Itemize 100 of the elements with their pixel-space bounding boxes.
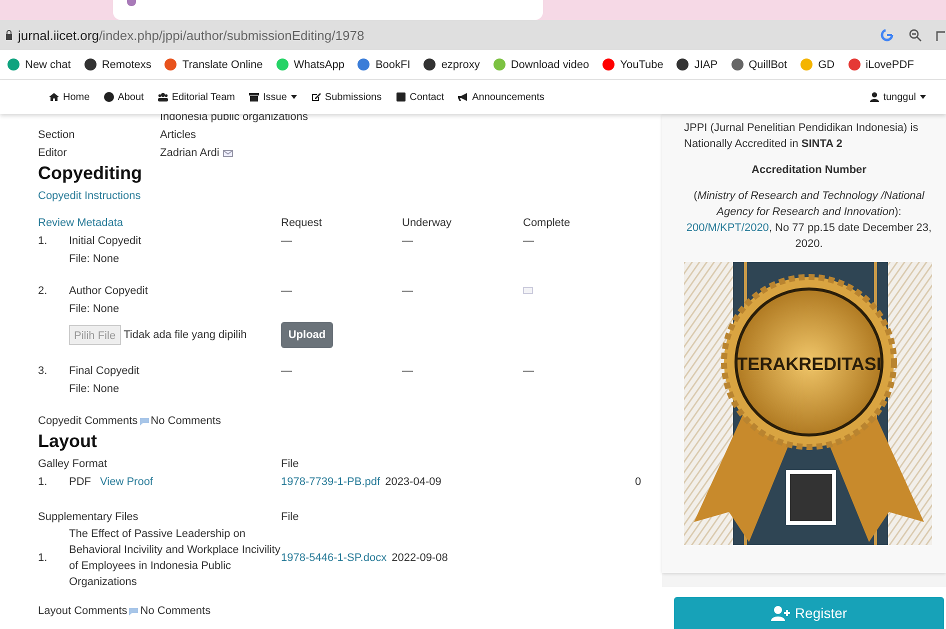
column-header: Galley Format bbox=[38, 457, 108, 472]
comment-icon[interactable] bbox=[128, 606, 140, 616]
field-value: Zadrian Ardi bbox=[160, 146, 220, 161]
envelope-icon[interactable] bbox=[223, 150, 234, 156]
comments-link[interactable]: No Comments bbox=[150, 412, 221, 430]
bookmark[interactable]: iLovePDF bbox=[848, 58, 914, 71]
column-header: File bbox=[281, 457, 299, 472]
field-label: Editor bbox=[38, 146, 68, 161]
file-link[interactable]: 1978-7739-1-PB.pdf bbox=[281, 473, 380, 491]
favicon-icon bbox=[492, 58, 506, 71]
field-label: Section bbox=[38, 128, 76, 143]
user-menu[interactable]: tunggul bbox=[870, 92, 926, 102]
nav-link[interactable]: Announcements bbox=[458, 92, 544, 102]
address-bar-url[interactable]: jurnal.iicet.org/index.php/jppi/author/submissionEditing/1978 bbox=[18, 28, 364, 42]
bookmark[interactable]: GD bbox=[800, 58, 835, 71]
comment-icon[interactable] bbox=[138, 416, 150, 426]
request-value: — bbox=[281, 364, 293, 379]
step-title: Final Copyedit bbox=[69, 364, 140, 379]
caret-icon bbox=[920, 95, 926, 99]
caret-icon bbox=[290, 95, 297, 99]
users-icon bbox=[158, 92, 168, 102]
decree-text: (Ministry of Research and Technology /National Agency for Research and Innovation): 200/M/KPT/2020, No 77 pp.15 date December 23, 2020. bbox=[685, 189, 933, 252]
step-title: Author Copyedit bbox=[69, 284, 149, 299]
nav-link[interactable]: Editorial Team bbox=[158, 92, 236, 102]
favicon-icon bbox=[730, 58, 744, 71]
file-link[interactable]: 1978-5446-1-SP.docx bbox=[281, 549, 387, 567]
nav-link[interactable]: Contact bbox=[396, 92, 444, 102]
favicon-icon bbox=[276, 58, 289, 71]
step-title: Initial Copyedit bbox=[69, 234, 142, 249]
google-icon[interactable] bbox=[880, 28, 894, 42]
accreditation-heading: Accreditation Number bbox=[750, 163, 868, 178]
favicon-icon bbox=[164, 58, 178, 71]
bookmark[interactable]: New chat bbox=[7, 58, 71, 71]
nav-link[interactable]: Issue bbox=[249, 92, 297, 102]
column-header: Supplementary Files bbox=[38, 510, 140, 525]
bookmark[interactable]: Download video bbox=[492, 58, 590, 71]
favicon-icon bbox=[127, 0, 136, 6]
review-metadata-link[interactable]: Review Metadata bbox=[38, 214, 281, 232]
box-icon bbox=[249, 92, 260, 102]
pencil-icon bbox=[310, 92, 321, 102]
row-number: 1. bbox=[38, 551, 48, 566]
bookmark[interactable]: QuillBot bbox=[730, 58, 788, 71]
underway-value: — bbox=[402, 364, 414, 379]
galley-format: PDF bbox=[69, 475, 91, 490]
favicon-icon bbox=[423, 58, 436, 71]
add-user-icon bbox=[770, 606, 791, 620]
column-header: File bbox=[281, 510, 299, 525]
step-number: 3. bbox=[38, 364, 48, 379]
step-number: 2. bbox=[38, 284, 48, 299]
comments-link[interactable]: No Comments bbox=[140, 602, 211, 620]
underway-value: — bbox=[402, 284, 414, 299]
view-count: 0 bbox=[635, 475, 642, 490]
no-file-text: Tidak ada file yang dipilih bbox=[124, 328, 247, 343]
favicon-icon bbox=[84, 58, 97, 71]
bookmark[interactable]: ezproxy bbox=[423, 58, 480, 71]
complete-value: — bbox=[523, 365, 534, 377]
request-value: — bbox=[281, 234, 293, 249]
section-heading: Layout bbox=[38, 430, 98, 452]
nav-link[interactable]: About bbox=[104, 92, 144, 102]
row-number: 1. bbox=[38, 475, 48, 490]
envelope-icon[interactable] bbox=[523, 287, 533, 294]
column-header: Request bbox=[281, 216, 323, 231]
zoom-icon[interactable] bbox=[908, 28, 922, 42]
upload-button[interactable]: Upload bbox=[281, 322, 333, 348]
bookmark[interactable]: JIAP bbox=[676, 58, 718, 71]
request-value: — bbox=[281, 284, 293, 299]
comments-label: Layout Comments bbox=[38, 604, 128, 619]
column-header: Complete bbox=[523, 216, 572, 231]
favicon-icon bbox=[7, 58, 20, 71]
lock-icon bbox=[6, 30, 12, 40]
section-heading: Copyediting bbox=[38, 162, 143, 184]
nav-link[interactable]: Home bbox=[49, 92, 90, 102]
file-date: 2023-04-09 bbox=[385, 475, 442, 490]
comments-label: Copyedit Comments bbox=[38, 414, 138, 429]
complete-value: — bbox=[523, 235, 534, 247]
bookmark[interactable]: WhatsApp bbox=[276, 58, 344, 71]
column-header: Underway bbox=[402, 216, 453, 231]
file-status: File: None bbox=[69, 302, 120, 317]
bookmark[interactable]: BookFI bbox=[357, 58, 410, 71]
megaphone-icon bbox=[458, 92, 468, 102]
file-status: File: None bbox=[69, 252, 120, 267]
instructions-link[interactable]: Copyedit Instructions bbox=[38, 190, 141, 202]
step-number: 1. bbox=[38, 234, 48, 249]
decree-link[interactable]: 200/M/KPT/2020 bbox=[686, 222, 769, 234]
accreditation-text: JPPI (Jurnal Penelitian Pendidikan Indonesia) is Nationally Accredited in SINTA 2 bbox=[684, 121, 920, 152]
field-value: Articles bbox=[160, 128, 196, 143]
qr-code-icon bbox=[786, 470, 836, 525]
favicon-icon bbox=[848, 58, 861, 71]
favicon-icon bbox=[357, 58, 370, 71]
file-status: File: None bbox=[69, 382, 120, 397]
view-proof-link[interactable]: View Proof bbox=[100, 473, 153, 491]
bookmark[interactable]: YouTube bbox=[602, 58, 664, 71]
file-date: 2022-09-08 bbox=[392, 551, 448, 566]
favicon-icon bbox=[602, 58, 616, 71]
bookmark[interactable]: Remotexs bbox=[84, 58, 152, 71]
file-title: The Effect of Passive Leadership on Behavioral Incivility and Workplace Incivility of Employees in Indonesia Public Organizations bbox=[69, 527, 281, 590]
home-icon bbox=[49, 92, 59, 102]
underway-value: — bbox=[402, 234, 414, 249]
nav-link[interactable]: Submissions bbox=[310, 92, 382, 102]
bookmark[interactable]: Translate Online bbox=[164, 58, 263, 71]
